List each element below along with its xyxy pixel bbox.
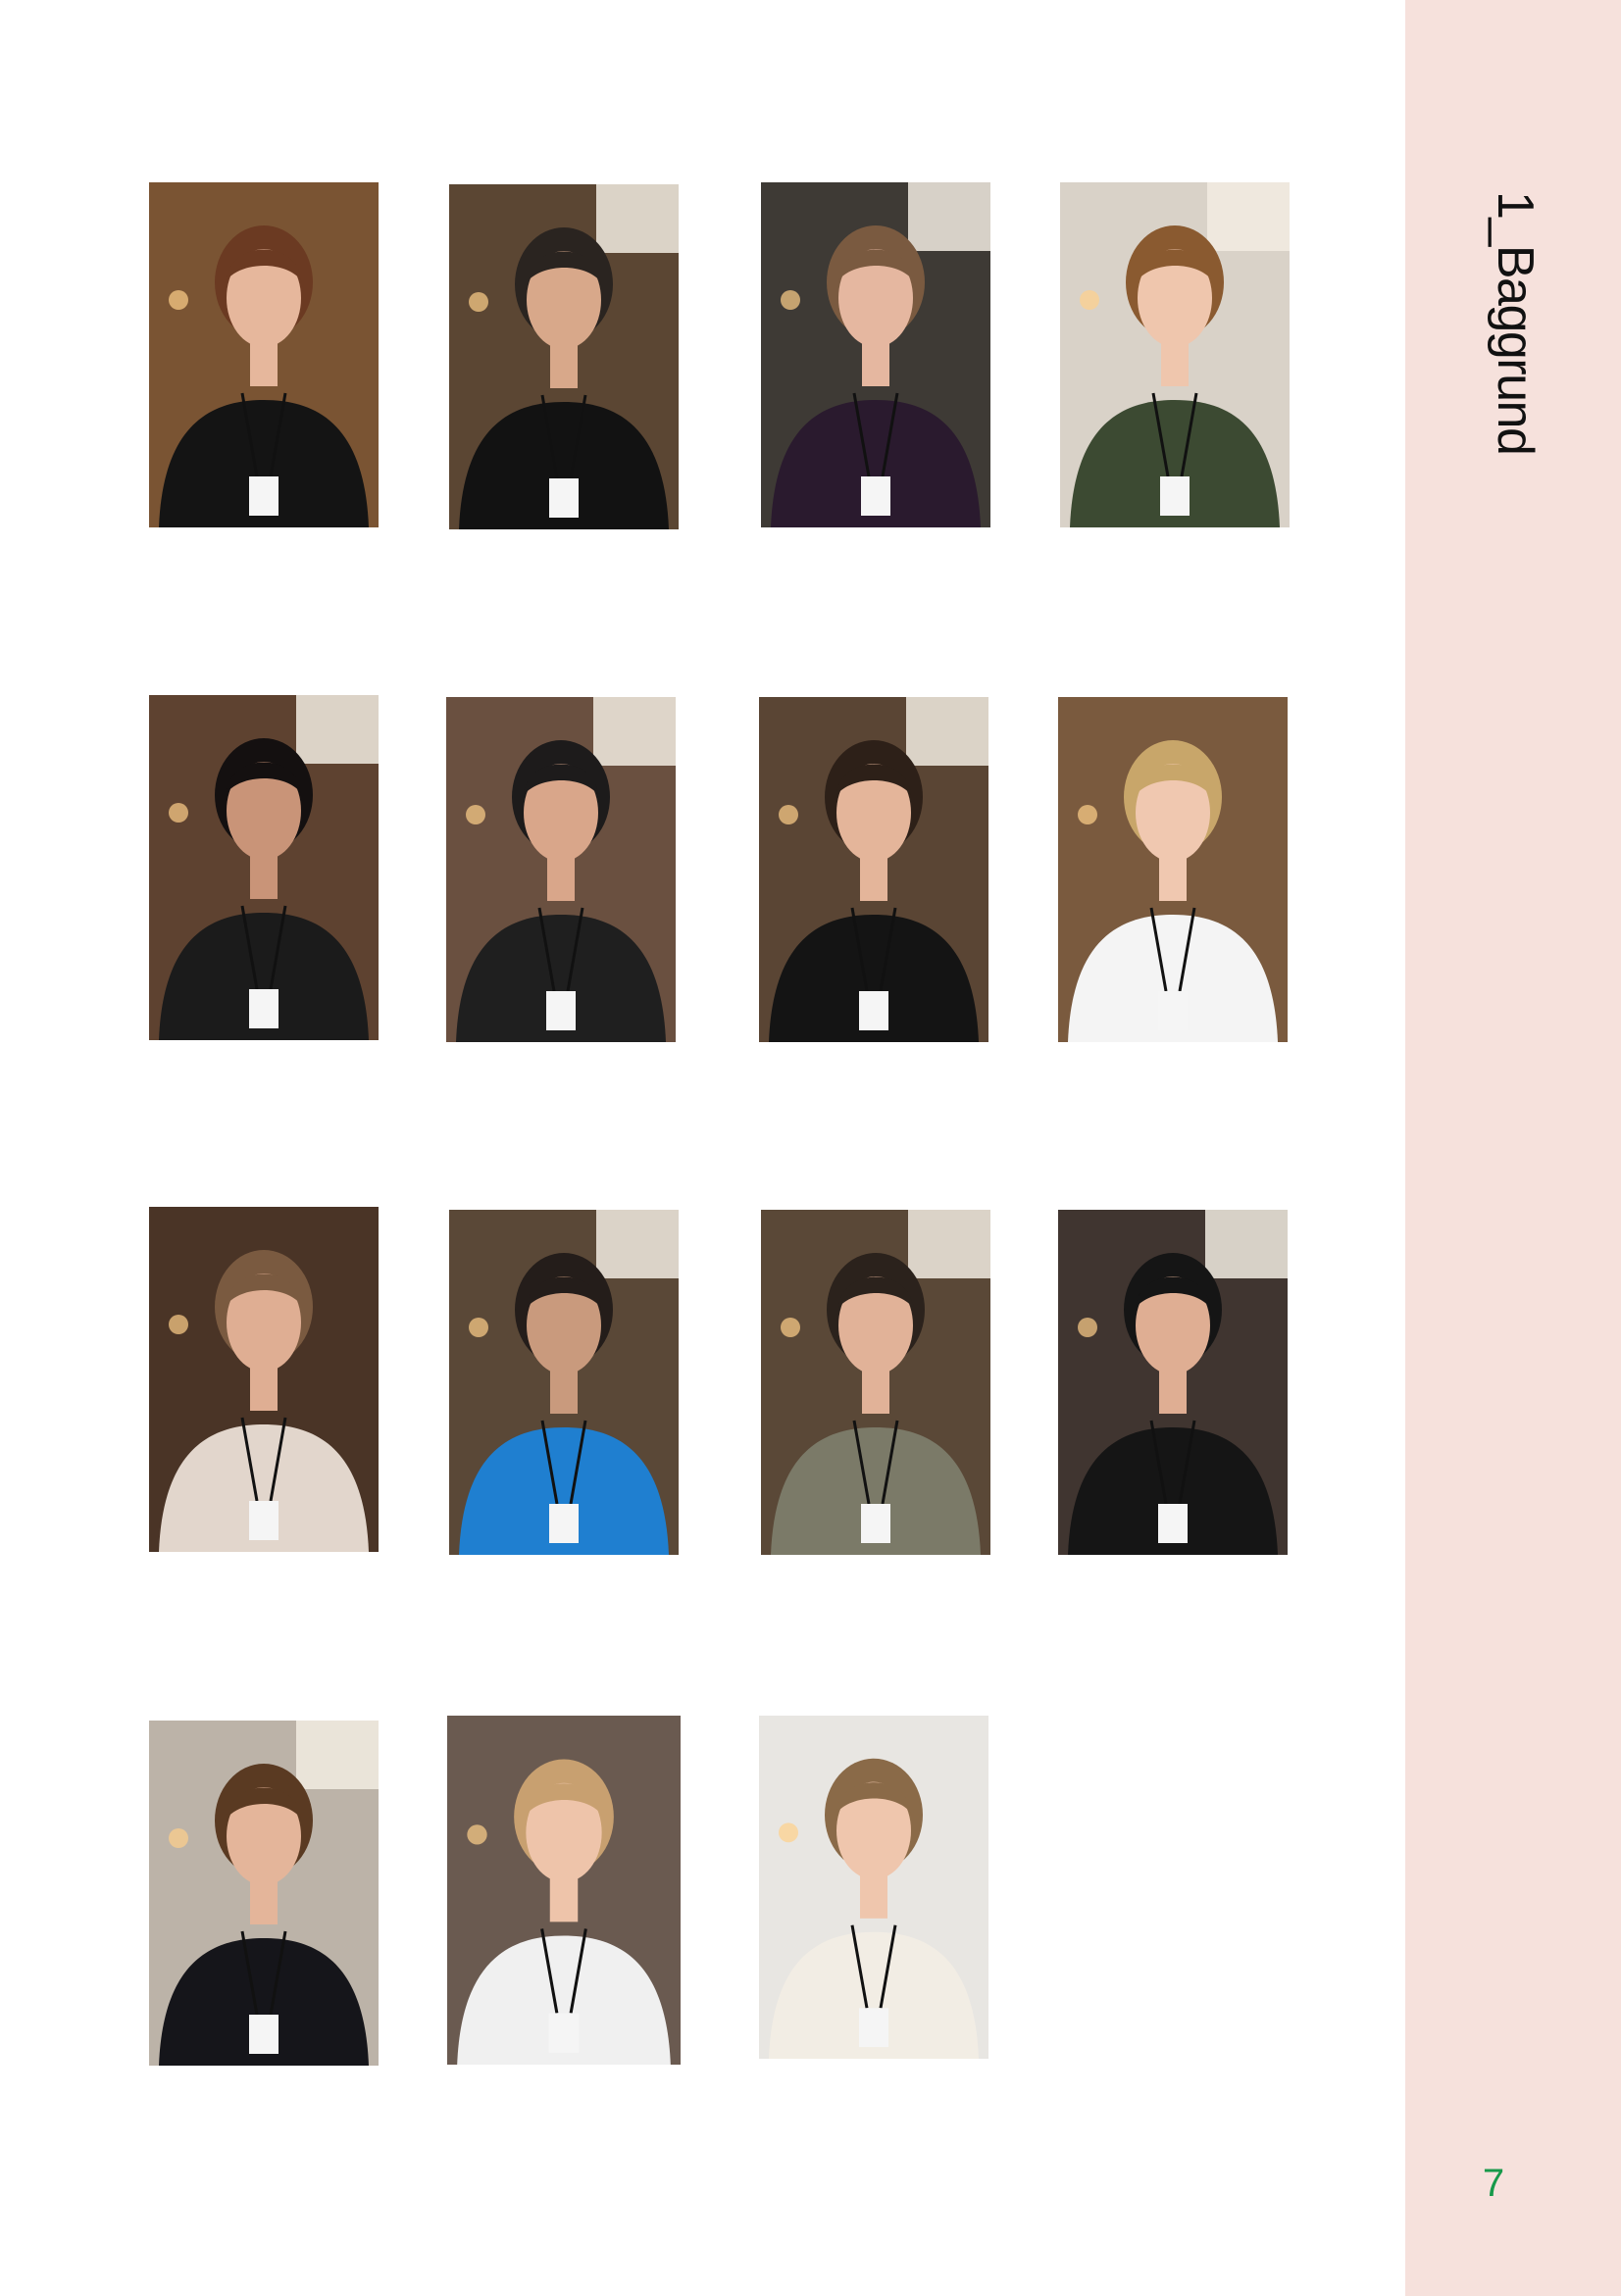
portrait-photo [759,1716,988,2059]
portrait-photo [447,1716,681,2065]
portrait-photo [446,697,676,1042]
portrait-photo [449,1210,679,1555]
section-title: 1_Baggrund [1487,191,1544,455]
portrait-photo [1058,697,1288,1042]
portrait-photo [1058,1210,1288,1555]
portrait-photo [449,184,679,529]
portrait-photo [761,1210,990,1555]
portrait-figure [149,1207,379,1552]
portrait-photo [149,182,379,527]
portrait-figure [446,697,676,1042]
portrait-figure [1058,697,1288,1042]
portrait-photo [149,1207,379,1552]
portrait-figure [149,695,379,1040]
portrait-figure [447,1716,681,2065]
portrait-figure [759,697,988,1042]
portrait-figure [1060,182,1290,527]
portrait-photo [149,695,379,1040]
portrait-figure [761,182,990,527]
portrait-figure [761,1210,990,1555]
portrait-figure [149,182,379,527]
portrait-photo [1060,182,1290,527]
portrait-figure [759,1716,988,2059]
page-number: 7 [1482,2162,1505,2205]
portrait-figure [149,1721,379,2066]
portrait-figure [449,1210,679,1555]
portrait-figure [1058,1210,1288,1555]
portrait-photo [761,182,990,527]
portrait-photo [759,697,988,1042]
portrait-photo [149,1721,379,2066]
portrait-figure [449,184,679,529]
